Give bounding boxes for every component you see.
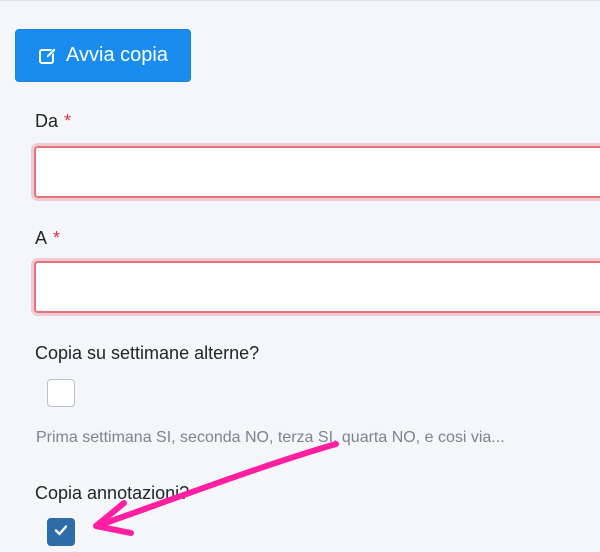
- from-input[interactable]: [34, 146, 600, 198]
- to-input[interactable]: [34, 261, 600, 313]
- alternate-weeks-hint: Prima settimana SI, seconda NO, terza SI…: [36, 429, 505, 446]
- required-mark: *: [53, 228, 61, 248]
- copy-annotations-label: Copia annotazioni?: [35, 483, 190, 503]
- from-label-text: Da: [35, 111, 59, 131]
- required-mark: *: [64, 111, 72, 131]
- copy-annotations-checkbox[interactable]: [47, 518, 75, 546]
- edit-icon: [38, 46, 58, 66]
- start-copy-button[interactable]: Avvia copia: [15, 29, 191, 82]
- alternate-weeks-label: Copia su settimane alterne?: [35, 343, 260, 363]
- to-label-text: A: [35, 228, 48, 248]
- from-label: Da *: [35, 111, 71, 132]
- start-copy-label: Avvia copia: [66, 44, 168, 66]
- to-label: A *: [35, 228, 60, 249]
- copy-form-page: Avvia copia Da * A * Copia su settimane al…: [0, 0, 600, 552]
- alternate-weeks-checkbox[interactable]: [47, 379, 75, 407]
- checkmark-icon: [53, 522, 69, 543]
